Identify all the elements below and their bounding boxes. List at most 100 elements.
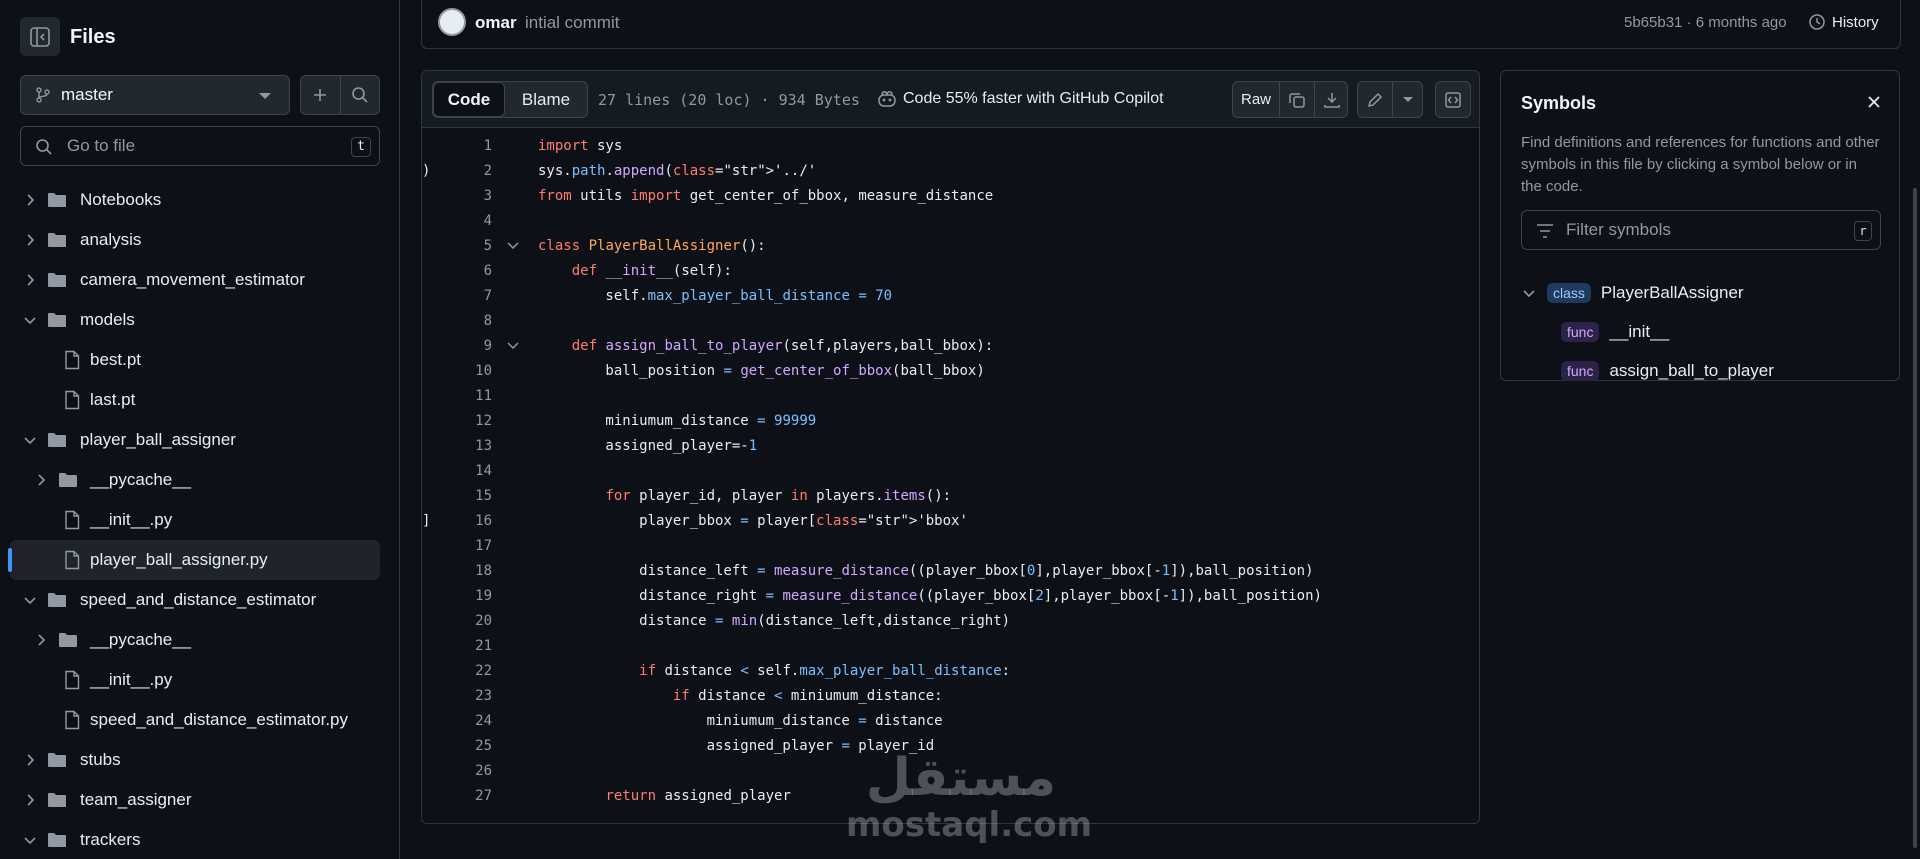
chevron-down-icon[interactable]: [1521, 285, 1537, 301]
copy-raw-button[interactable]: [1280, 82, 1314, 117]
line-number[interactable]: 16: [422, 509, 492, 534]
chevron-right-icon[interactable]: [33, 472, 49, 488]
raw-button[interactable]: Raw: [1233, 82, 1279, 117]
symbol-item[interactable]: func __init__: [1561, 317, 1669, 347]
tree-file[interactable]: last.pt: [0, 380, 380, 420]
line-number[interactable]: 25: [422, 734, 492, 759]
code-line[interactable]: 1 import sys: [422, 134, 1479, 159]
code-line[interactable]: 22 if distance < self.max_player_ball_di…: [422, 659, 1479, 684]
line-number[interactable]: 9: [422, 334, 492, 359]
edit-options-button[interactable]: [1393, 82, 1423, 117]
line-number[interactable]: 2: [422, 159, 492, 184]
tree-folder[interactable]: analysis: [0, 220, 380, 260]
line-number[interactable]: 18: [422, 559, 492, 584]
tree-file[interactable]: best.pt: [0, 340, 380, 380]
code-line[interactable]: 20 distance = min(distance_left,distance…: [422, 609, 1479, 634]
tree-folder[interactable]: player_ball_assigner: [0, 420, 380, 460]
tree-folder[interactable]: Notebooks: [0, 180, 380, 220]
code-line[interactable]: 8: [422, 309, 1479, 334]
code-line[interactable]: 4: [422, 209, 1479, 234]
code-line[interactable]: 23 if distance < miniumum_distance:: [422, 684, 1479, 709]
code-line[interactable]: 13 assigned_player=-1: [422, 434, 1479, 459]
code-line[interactable]: 19 distance_right = measure_distance((pl…: [422, 584, 1479, 609]
close-icon[interactable]: [1863, 91, 1885, 113]
chevron-right-icon[interactable]: [22, 192, 38, 208]
tree-folder[interactable]: __pycache__: [0, 460, 380, 500]
tree-folder[interactable]: camera_movement_estimator: [0, 260, 380, 300]
line-number[interactable]: 10: [422, 359, 492, 384]
chevron-right-icon[interactable]: [22, 272, 38, 288]
line-number[interactable]: 23: [422, 684, 492, 709]
copilot-promo-link[interactable]: Code 55% faster with GitHub Copilot: [877, 90, 1164, 108]
line-number[interactable]: 15: [422, 484, 492, 509]
tree-file[interactable]: player_ball_assigner.py: [8, 540, 380, 580]
chevron-right-icon[interactable]: [22, 232, 38, 248]
commit-meta[interactable]: 5b65b31 · 6 months ago: [1624, 14, 1787, 31]
go-to-file-input[interactable]: Go to file t: [20, 126, 380, 166]
commit-author[interactable]: omar: [475, 13, 517, 33]
commit-message[interactable]: intial commit: [525, 13, 619, 33]
code-line[interactable]: 21: [422, 634, 1479, 659]
line-number[interactable]: 26: [422, 759, 492, 784]
line-number[interactable]: 19: [422, 584, 492, 609]
chevron-down-icon[interactable]: [22, 432, 38, 448]
tree-folder[interactable]: models: [0, 300, 380, 340]
tree-folder[interactable]: __pycache__: [0, 620, 380, 660]
chevron-right-icon[interactable]: [22, 792, 38, 808]
line-number[interactable]: 27: [422, 784, 492, 809]
chevron-down-icon[interactable]: [506, 339, 520, 353]
sidebar-toggle-button[interactable]: [20, 17, 60, 56]
history-button[interactable]: History: [1808, 8, 1879, 36]
code-line[interactable]: 10 ball_position = get_center_of_bbox(ba…: [422, 359, 1479, 384]
code-line[interactable]: 5 class PlayerBallAssigner():: [422, 234, 1479, 259]
code-line[interactable]: 18 distance_left = measure_distance((pla…: [422, 559, 1479, 584]
chevron-down-icon[interactable]: [22, 592, 38, 608]
line-number[interactable]: 14: [422, 459, 492, 484]
symbols-toggle-button[interactable]: [1435, 81, 1471, 118]
code-line[interactable]: 7 self.max_player_ball_distance = 70: [422, 284, 1479, 309]
edit-file-button[interactable]: [1358, 82, 1392, 117]
line-number[interactable]: 1: [422, 134, 492, 159]
tab-blame[interactable]: Blame: [505, 82, 587, 117]
line-number[interactable]: 24: [422, 709, 492, 734]
line-number[interactable]: 8: [422, 309, 492, 334]
chevron-down-icon[interactable]: [22, 312, 38, 328]
chevron-down-icon[interactable]: [506, 239, 520, 253]
code-line[interactable]: 24 miniumum_distance = distance: [422, 709, 1479, 734]
line-number[interactable]: 22: [422, 659, 492, 684]
line-number[interactable]: 12: [422, 409, 492, 434]
code-line[interactable]: 14: [422, 459, 1479, 484]
line-number[interactable]: 7: [422, 284, 492, 309]
symbol-item[interactable]: class PlayerBallAssigner: [1521, 278, 1744, 308]
chevron-down-icon[interactable]: [22, 832, 38, 848]
tree-folder[interactable]: trackers: [0, 820, 380, 859]
add-file-button[interactable]: [300, 75, 340, 115]
branch-selector[interactable]: master: [20, 75, 290, 115]
code-line[interactable]: 15 for player_id, player in players.item…: [422, 484, 1479, 509]
code-line[interactable]: 9 def assign_ball_to_player(self,players…: [422, 334, 1479, 359]
line-number[interactable]: 5: [422, 234, 492, 259]
tree-folder[interactable]: speed_and_distance_estimator: [0, 580, 380, 620]
code-line[interactable]: 3 from utils import get_center_of_bbox, m…: [422, 184, 1479, 209]
tree-file[interactable]: __init__.py: [0, 500, 380, 540]
tree-folder[interactable]: team_assigner: [0, 780, 380, 820]
line-number[interactable]: 20: [422, 609, 492, 634]
line-number[interactable]: 3: [422, 184, 492, 209]
line-number[interactable]: 11: [422, 384, 492, 409]
symbol-item[interactable]: func assign_ball_to_player: [1561, 356, 1774, 386]
code-line[interactable]: 11: [422, 384, 1479, 409]
code-line[interactable]: 6 def __init__(self):: [422, 259, 1479, 284]
tree-file[interactable]: speed_and_distance_estimator.py: [0, 700, 380, 740]
line-number[interactable]: 6: [422, 259, 492, 284]
code-line[interactable]: 17: [422, 534, 1479, 559]
chevron-right-icon[interactable]: [33, 632, 49, 648]
line-number[interactable]: 4: [422, 209, 492, 234]
search-files-button[interactable]: [340, 75, 380, 115]
line-number[interactable]: 17: [422, 534, 492, 559]
tree-file[interactable]: __init__.py: [0, 660, 380, 700]
code-line[interactable]: 12 miniumum_distance = 99999: [422, 409, 1479, 434]
chevron-right-icon[interactable]: [22, 752, 38, 768]
code-line[interactable]: 2 sys.path.append(class="str">'../'): [422, 159, 1479, 184]
line-number[interactable]: 13: [422, 434, 492, 459]
filter-symbols-input[interactable]: Filter symbols r: [1521, 210, 1881, 250]
